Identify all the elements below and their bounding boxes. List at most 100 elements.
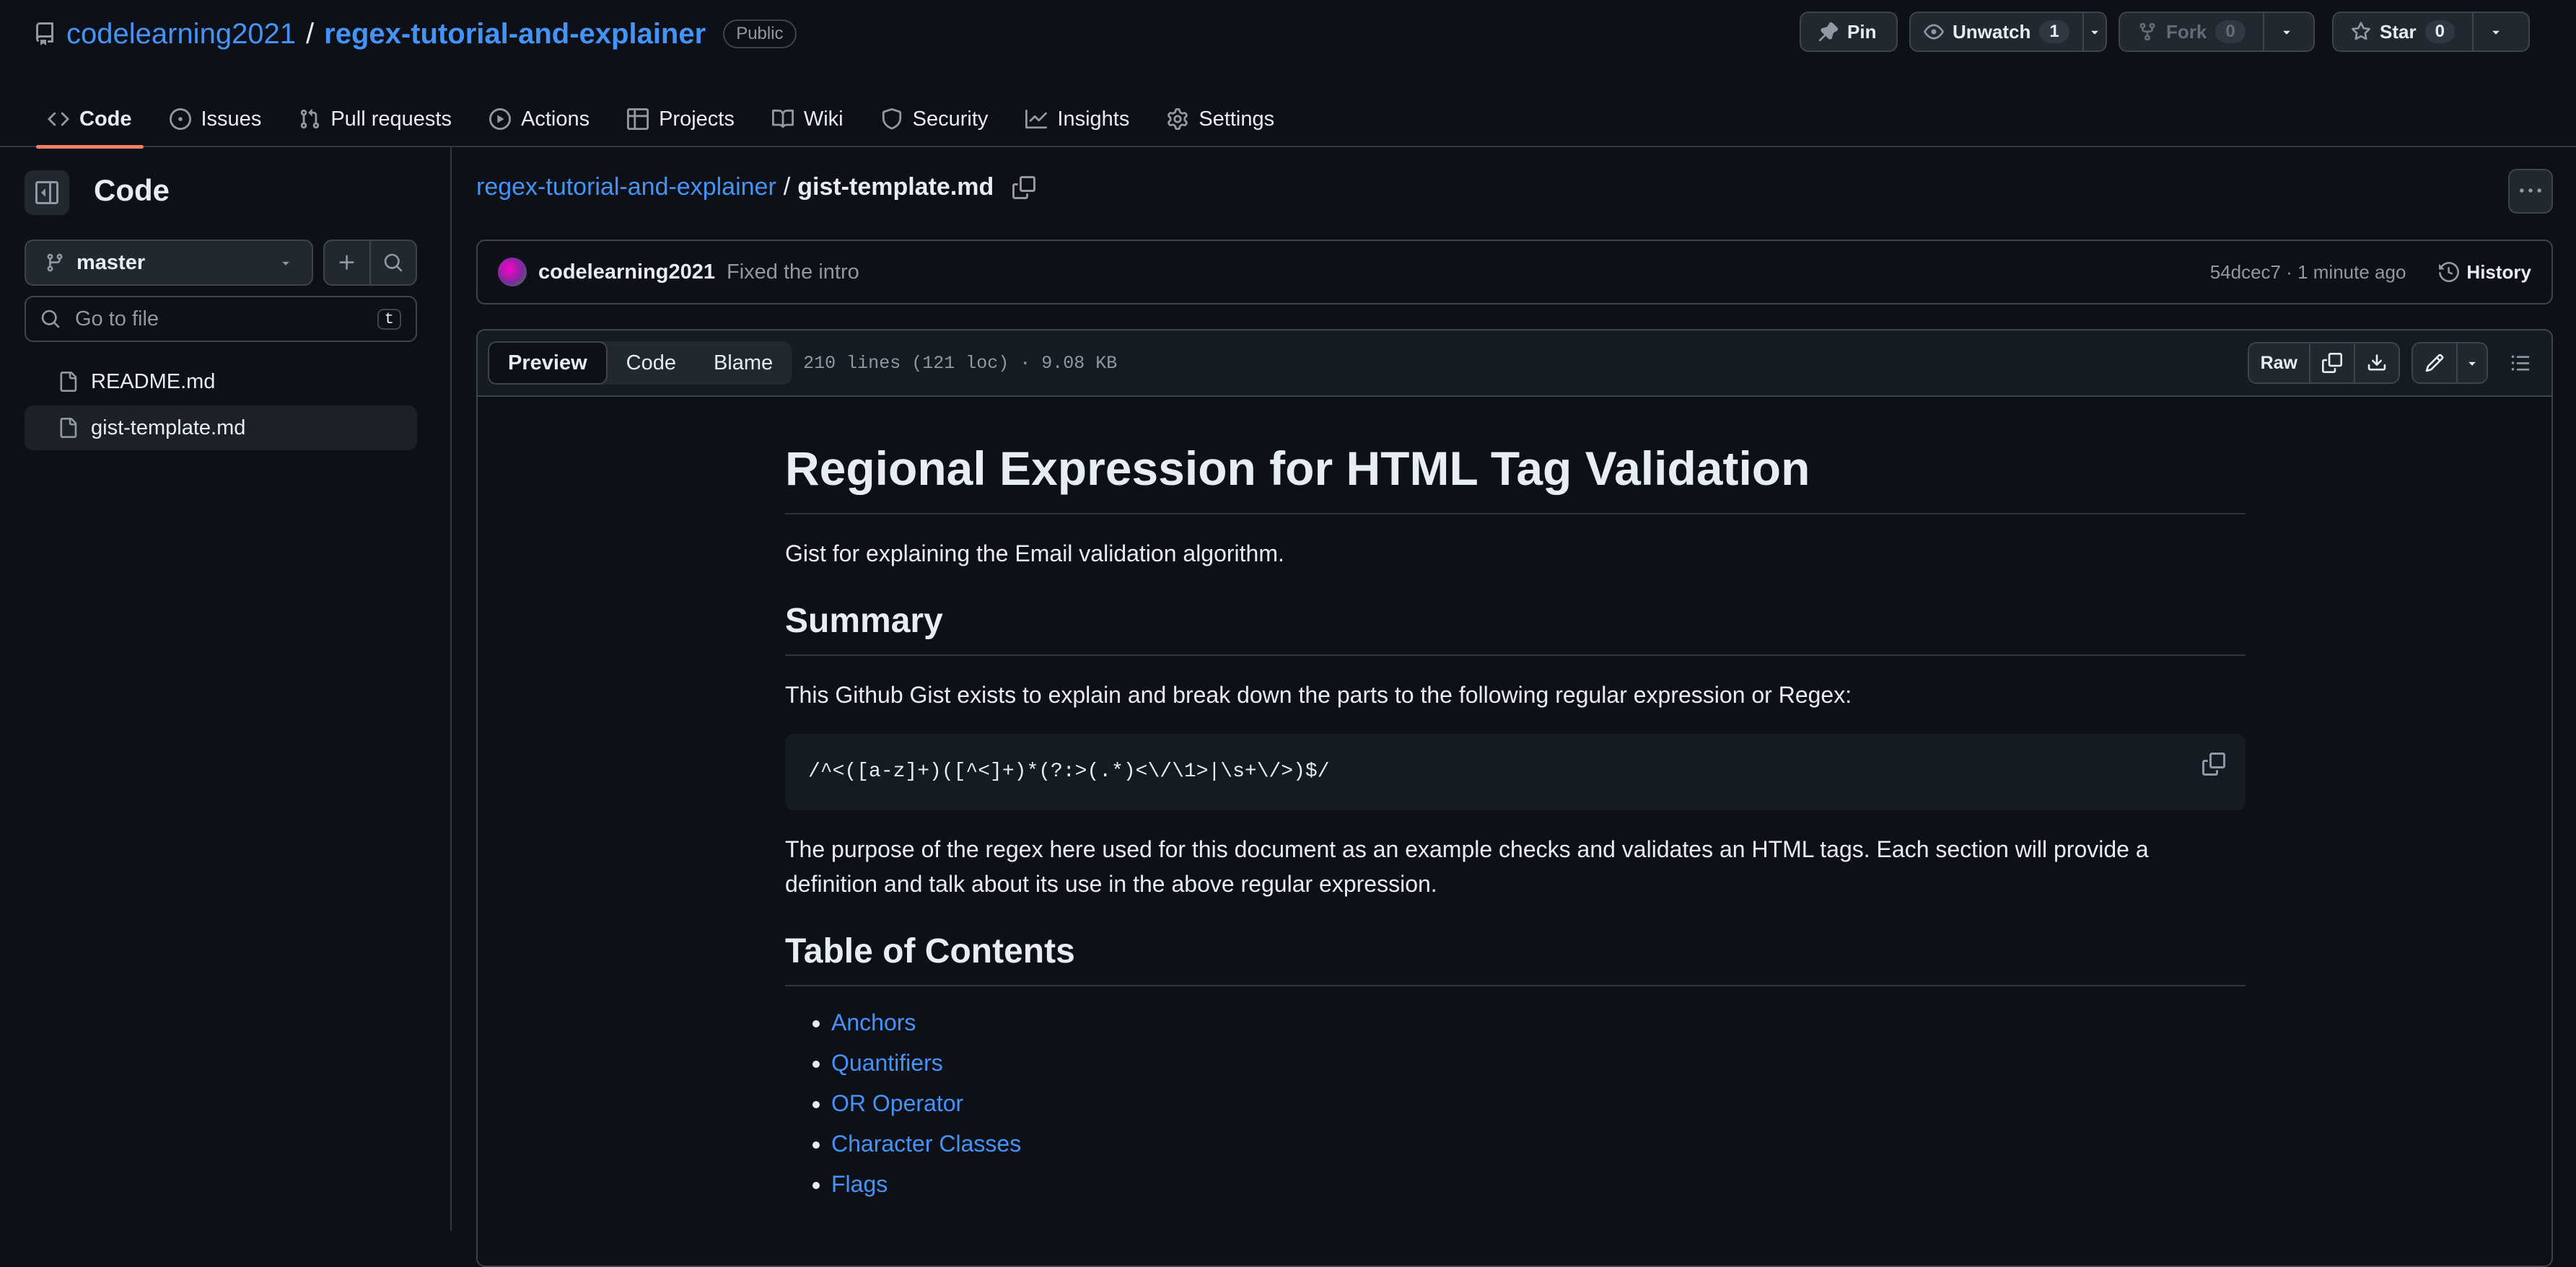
toc-item: OR Operator: [831, 1083, 2246, 1123]
search-icon: [40, 309, 61, 329]
unwatch-button[interactable]: Unwatch 1: [1909, 12, 2107, 52]
book-icon: [771, 108, 794, 130]
tab-code[interactable]: Code: [36, 91, 144, 149]
chevron-down-icon: [279, 255, 293, 270]
purpose-text: The purpose of the regex here used for t…: [785, 836, 2149, 897]
avatar[interactable]: [498, 258, 527, 286]
branch-icon: [45, 253, 65, 273]
pin-button[interactable]: Pin: [1800, 12, 1898, 52]
toc-link-character-classes[interactable]: Character Classes: [831, 1131, 1021, 1157]
tab-pull-requests[interactable]: Pull requests: [287, 91, 463, 147]
chevron-down-icon: [2465, 356, 2479, 370]
keyboard-shortcut-hint: t: [377, 308, 401, 330]
copy-icon: [2322, 353, 2342, 373]
download-button[interactable]: [2354, 343, 2398, 382]
edit-dropdown-caret[interactable]: [2456, 343, 2487, 382]
tab-code-view[interactable]: Code: [608, 341, 695, 385]
edit-file-button[interactable]: [2413, 343, 2456, 382]
file-info: 210 lines (121 loc) · 9.08 KB: [803, 352, 1118, 374]
issue-icon: [169, 108, 191, 130]
repo-header: codelearning2021 / regex-tutorial-and-ex…: [0, 0, 2576, 149]
summary-heading: Summary: [785, 600, 2246, 656]
toc-item: Flags: [831, 1164, 2246, 1204]
file-header: Preview Code Blame 210 lines (121 loc) ·…: [478, 330, 2551, 397]
watch-count: 1: [2039, 20, 2069, 43]
tab-pull-requests-label: Pull requests: [330, 107, 452, 131]
unwatch-label: Unwatch: [1953, 20, 2031, 43]
history-button[interactable]: History: [2439, 261, 2531, 284]
toc-heading: Table of Contents: [785, 930, 2246, 986]
breadcrumb-separator: /: [783, 173, 791, 201]
pull-request-icon: [299, 108, 320, 130]
regex-code: /^<([a-z]+)([^<]+)*(?:>(.*)<\/\1>|\s+\/>…: [808, 760, 1330, 783]
repo-name-link[interactable]: regex-tutorial-and-explainer: [324, 18, 706, 51]
tab-wiki[interactable]: Wiki: [761, 91, 855, 147]
repo-owner-link[interactable]: codelearning2021: [66, 18, 296, 51]
watch-dropdown-caret[interactable]: [2082, 13, 2106, 51]
tab-code-label: Code: [79, 107, 132, 131]
tab-insights[interactable]: Insights: [1014, 91, 1141, 147]
breadcrumb: regex-tutorial-and-explainer / gist-temp…: [476, 173, 1036, 201]
tab-projects[interactable]: Projects: [615, 91, 746, 147]
toc-link-flags[interactable]: Flags: [831, 1171, 888, 1197]
search-code-button[interactable]: [369, 241, 416, 284]
copy-raw-button[interactable]: [2309, 343, 2354, 382]
breadcrumb-repo-link[interactable]: regex-tutorial-and-explainer: [476, 173, 776, 201]
latest-commit-bar: codelearning2021 Fixed the intro 54dcec7…: [476, 240, 2553, 304]
branch-name: master: [76, 250, 146, 274]
toc-link-or-operator[interactable]: OR Operator: [831, 1090, 963, 1116]
repo-icon: [33, 22, 56, 45]
fork-button[interactable]: Fork 0: [2119, 12, 2315, 52]
file-actions: Raw: [2247, 342, 2541, 384]
tab-insights-label: Insights: [1057, 107, 1130, 131]
doc-title: Regional Expression for HTML Tag Validat…: [785, 439, 2246, 514]
tab-security-label: Security: [912, 107, 989, 131]
kebab-horizontal-icon: [2520, 180, 2541, 202]
repo-title-separator: /: [306, 17, 315, 50]
copy-code-icon[interactable]: [2202, 752, 2225, 776]
sidebar-title: Code: [94, 173, 170, 207]
visibility-badge: Public: [723, 19, 797, 48]
collapse-sidebar-button[interactable]: [25, 170, 69, 215]
branch-selector[interactable]: master: [25, 240, 313, 286]
tree-item-label: README.md: [91, 369, 216, 393]
view-switcher: Preview Code Blame: [488, 341, 792, 385]
markdown-body: Regional Expression for HTML Tag Validat…: [785, 439, 2246, 1204]
star-button[interactable]: Star 0: [2332, 12, 2530, 52]
file-tree-sidebar: Code master Go to file t README.md gist-…: [0, 147, 452, 1231]
toc-link-quantifiers[interactable]: Quantifiers: [831, 1050, 943, 1076]
tab-blame[interactable]: Blame: [695, 341, 792, 385]
edit-group: [2411, 342, 2488, 384]
tab-actions[interactable]: Actions: [478, 91, 601, 147]
go-to-file-placeholder: Go to file: [75, 307, 159, 330]
tree-item-gist-template[interactable]: gist-template.md: [25, 405, 417, 450]
history-icon: [2439, 262, 2460, 282]
plus-icon: [337, 253, 357, 273]
tab-preview[interactable]: Preview: [488, 341, 608, 385]
add-file-button[interactable]: [325, 241, 369, 284]
file-icon: [58, 372, 78, 392]
commit-sha-and-time[interactable]: 54dcec7 · 1 minute ago: [2210, 261, 2406, 284]
tab-security[interactable]: Security: [869, 91, 1000, 147]
tab-settings[interactable]: Settings: [1155, 91, 1286, 147]
star-dropdown-caret[interactable]: [2471, 13, 2518, 51]
outline-button[interactable]: [2500, 342, 2541, 384]
fork-dropdown-caret[interactable]: [2262, 13, 2309, 51]
play-icon: [489, 108, 511, 130]
tab-projects-label: Projects: [659, 107, 735, 131]
star-count: 0: [2424, 20, 2455, 43]
tab-issues[interactable]: Issues: [158, 91, 273, 147]
more-options-button[interactable]: [2508, 169, 2553, 214]
go-to-file-input[interactable]: Go to file t: [25, 296, 417, 342]
tree-item-readme[interactable]: README.md: [25, 359, 417, 404]
gear-icon: [1167, 108, 1188, 130]
search-icon: [383, 253, 403, 273]
raw-button[interactable]: Raw: [2249, 343, 2309, 382]
commit-author-link[interactable]: codelearning2021: [538, 260, 715, 284]
summary-text: This Github Gist exists to explain and b…: [785, 681, 1852, 708]
copy-path-icon[interactable]: [1012, 175, 1036, 199]
shield-icon: [881, 108, 903, 130]
commit-message-link[interactable]: Fixed the intro: [727, 260, 859, 284]
toc-link-anchors[interactable]: Anchors: [831, 1009, 916, 1035]
star-label: Star: [2380, 20, 2417, 43]
